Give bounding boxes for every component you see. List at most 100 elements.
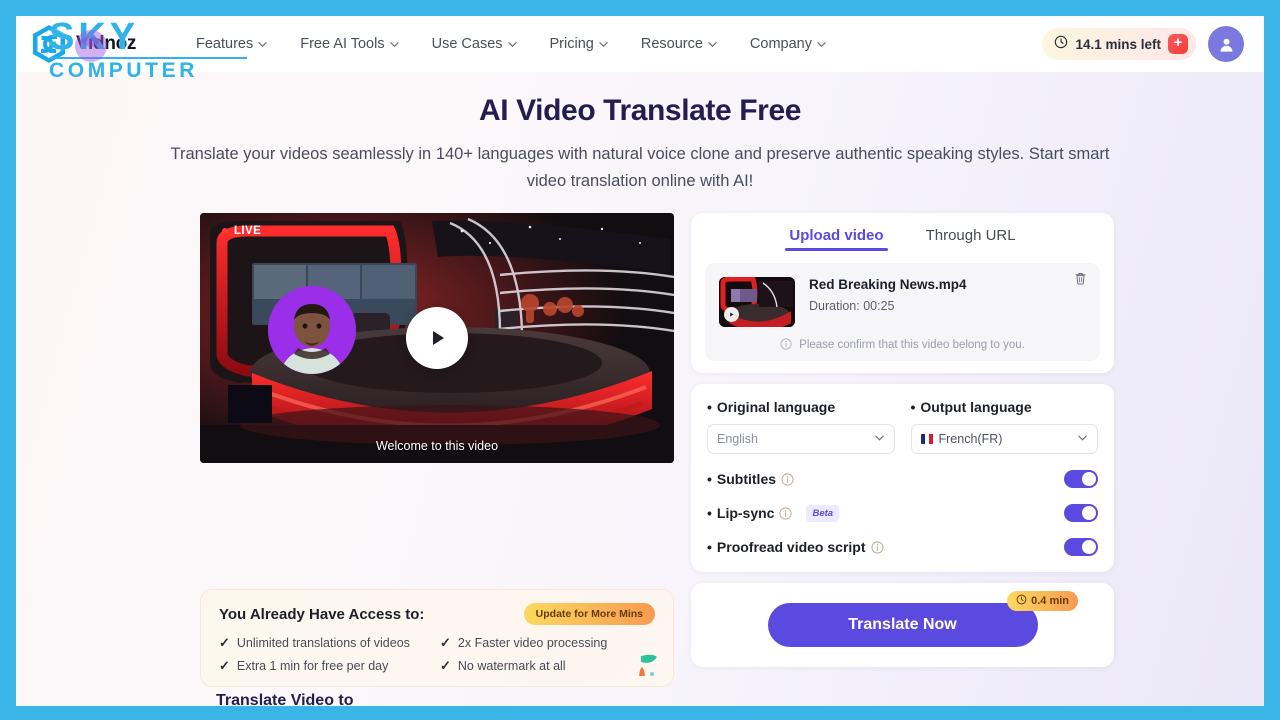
proofread-toggle[interactable]	[1064, 538, 1098, 556]
nav-item-resource[interactable]: Resource	[641, 36, 717, 52]
right-column: Upload video Through URL Red Breaking Ne…	[691, 213, 1114, 687]
video-caption: Welcome to this video	[375, 439, 499, 453]
nav-links: Features Free AI Tools Use Cases Pricing…	[196, 36, 826, 52]
file-thumbnail	[719, 277, 795, 327]
vidnoz-logo-icon	[28, 23, 70, 65]
leaf-decoration-icon	[635, 652, 659, 678]
action-card: 0.4 min Translate Now	[691, 583, 1114, 667]
lipsync-row: • Lip-sync Beta	[707, 504, 1098, 522]
original-language-value: English	[717, 432, 758, 446]
update-for-more-mins-button[interactable]: Update for More Mins	[523, 603, 655, 625]
benefit-label: Extra 1 min for free per day	[236, 659, 389, 673]
lipsync-text: Lip-sync	[716, 505, 775, 521]
main-content: LIVE Welcome to this video You Already H…	[16, 195, 1264, 687]
video-overlay-block	[228, 385, 272, 423]
nav-item-label: Company	[749, 36, 812, 52]
hero-section: AI Video Translate Free Translate your v…	[16, 72, 1264, 195]
confirm-note-text: Please confirm that this video belong to…	[799, 338, 1025, 351]
output-language-value-wrap: French(FR)	[920, 432, 1003, 446]
subtitles-toggle[interactable]	[1064, 470, 1098, 488]
nav-item-label: Free AI Tools	[300, 36, 385, 52]
proofread-row: • Proofread video script	[707, 538, 1098, 556]
cost-label: 0.4 min	[1031, 595, 1069, 607]
benefits-list: ✓ Unlimited translations of videos ✓ 2x …	[219, 635, 655, 674]
bullet-icon: •	[707, 399, 712, 415]
chevron-down-icon	[599, 40, 608, 49]
nav-item-features[interactable]: Features	[196, 36, 267, 52]
info-icon[interactable]	[870, 540, 884, 554]
live-badge: LIVE	[222, 225, 261, 237]
brand-name: Vidnoz	[76, 33, 137, 54]
upload-tabs: Upload video Through URL	[705, 227, 1100, 251]
tab-upload-video[interactable]: Upload video	[785, 227, 888, 251]
original-language-select[interactable]: English	[707, 424, 895, 454]
check-icon: ✓	[219, 658, 230, 673]
tab-through-url[interactable]: Through URL	[926, 227, 1016, 251]
lipsync-toggle[interactable]	[1064, 504, 1098, 522]
uploaded-file-box: Red Breaking News.mp4 Duration: 00:25 Pl…	[705, 263, 1100, 361]
play-button[interactable]	[406, 307, 468, 369]
nav-item-use-cases[interactable]: Use Cases	[432, 36, 517, 52]
page-title: AI Video Translate Free	[478, 94, 802, 127]
file-row: Red Breaking News.mp4 Duration: 00:25	[719, 277, 1086, 327]
browser-frame: Vidnoz Features Free AI Tools Use Cases …	[0, 0, 1280, 720]
nav-item-label: Resource	[640, 36, 703, 52]
nav-item-label: Pricing	[549, 36, 594, 52]
chevron-down-icon	[1077, 432, 1088, 446]
benefit-label: Unlimited translations of videos	[236, 636, 410, 650]
clock-icon	[1016, 594, 1027, 608]
chevron-down-icon	[874, 432, 885, 446]
info-icon[interactable]	[779, 506, 793, 520]
subtitles-row: • Subtitles	[707, 470, 1098, 488]
lipsync-label: • Lip-sync Beta	[707, 504, 840, 522]
benefit-item: ✓ Extra 1 min for free per day	[219, 658, 434, 674]
chevron-down-icon	[817, 40, 826, 49]
chevron-down-icon	[708, 40, 717, 49]
nav-item-company[interactable]: Company	[750, 36, 826, 52]
nav-item-label: Features	[196, 36, 254, 52]
output-language-group: • Output language French(FR)	[910, 399, 1099, 454]
original-language-label: • Original language	[707, 399, 895, 415]
check-icon: ✓	[219, 635, 230, 650]
language-row: • Original language English • Output lan…	[707, 399, 1098, 454]
left-column: LIVE Welcome to this video You Already H…	[200, 213, 675, 687]
info-icon[interactable]	[781, 472, 794, 486]
original-language-text: Original language	[716, 399, 836, 415]
benefit-label: 2x Faster video processing	[457, 636, 608, 650]
thumbnail-play-icon	[724, 307, 739, 322]
subtitles-label: • Subtitles	[707, 471, 794, 487]
upload-card: Upload video Through URL Red Breaking Ne…	[691, 213, 1114, 373]
add-credits-button[interactable]: +	[1168, 34, 1188, 54]
nav-item-free-ai-tools[interactable]: Free AI Tools	[300, 36, 399, 52]
nav-item-label: Use Cases	[431, 36, 503, 52]
subtitles-text: Subtitles	[716, 471, 777, 487]
check-icon: ✓	[440, 658, 451, 673]
bullet-icon: •	[910, 399, 916, 415]
brand-logo[interactable]: Vidnoz	[28, 23, 178, 65]
benefit-item: ✓ 2x Faster video processing	[440, 635, 655, 651]
proofread-text: Proofread video script	[716, 539, 866, 555]
credits-pill[interactable]: 14.1 mins left +	[1042, 28, 1196, 60]
clock-icon	[1054, 35, 1068, 54]
benefit-item: ✓ Unlimited translations of videos	[219, 635, 434, 651]
output-language-select[interactable]: French(FR)	[910, 424, 1098, 454]
video-preview[interactable]: LIVE Welcome to this video	[200, 213, 674, 463]
access-benefits-card: You Already Have Access to: Update for M…	[200, 589, 674, 687]
access-title: You Already Have Access to:	[219, 605, 425, 623]
avatar[interactable]	[1208, 26, 1244, 62]
chevron-down-icon	[258, 40, 267, 49]
france-flag-icon	[920, 434, 934, 444]
confirm-note-row: Please confirm that this video belong to…	[719, 338, 1086, 351]
cost-badge: 0.4 min	[1007, 591, 1078, 611]
output-language-label: • Output language	[911, 399, 1099, 415]
output-language-value: French(FR)	[938, 432, 1003, 446]
mins-left-label: 14.1 mins left	[1075, 36, 1161, 52]
beta-badge: Beta	[806, 504, 840, 522]
translate-now-button[interactable]: Translate Now	[767, 603, 1038, 647]
delete-file-button[interactable]	[1073, 271, 1088, 291]
nav-item-pricing[interactable]: Pricing	[550, 36, 608, 52]
original-language-group: • Original language English	[707, 399, 895, 454]
chevron-down-icon	[507, 40, 517, 49]
bullet-icon: •	[707, 505, 712, 521]
chevron-down-icon	[389, 40, 399, 49]
